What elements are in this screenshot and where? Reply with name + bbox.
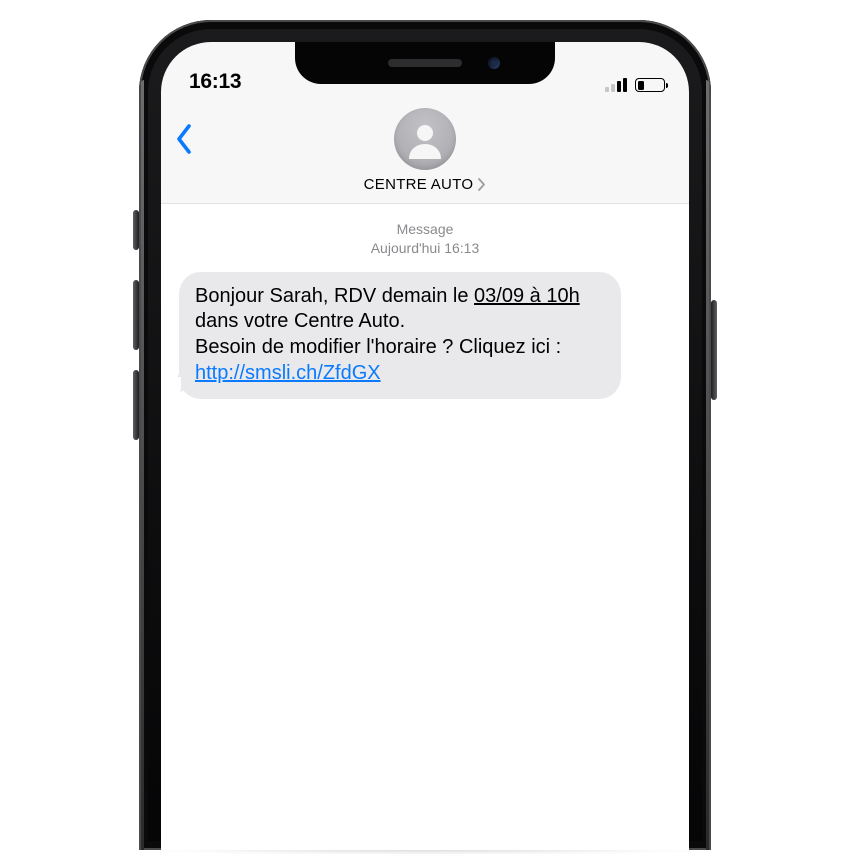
phone-mockup: 16:13: [139, 20, 711, 850]
detected-date-link[interactable]: 03/09 à 10h: [474, 285, 580, 307]
status-time: 16:13: [189, 70, 241, 94]
phone-frame: 16:13: [139, 20, 711, 850]
contact-avatar[interactable]: [394, 108, 456, 170]
thread-label: Message: [397, 221, 454, 237]
msg-part3: Besoin de modifier l'horaire ? Cliquez i…: [195, 336, 561, 358]
back-button[interactable]: [175, 124, 193, 154]
contact-name-button[interactable]: CENTRE AUTO: [364, 176, 487, 193]
screen: 16:13: [161, 42, 689, 850]
cellular-signal-icon: [605, 78, 627, 92]
speaker-grille: [388, 59, 462, 67]
chat-header: CENTRE AUTO: [161, 98, 689, 204]
message-link[interactable]: http://smsli.ch/ZfdGX: [195, 362, 381, 384]
msg-part1: Bonjour Sarah, RDV demain le: [195, 285, 474, 307]
contact-name-label: CENTRE AUTO: [364, 176, 474, 193]
front-camera: [488, 57, 500, 69]
person-icon: [405, 119, 445, 159]
incoming-message-bubble[interactable]: Bonjour Sarah, RDV demain le 03/09 à 10h…: [179, 272, 621, 399]
battery-icon: [635, 78, 665, 92]
status-indicators: [605, 78, 665, 94]
chevron-right-icon: [477, 178, 486, 191]
thread-timestamp: Message Aujourd'hui 16:13: [179, 220, 671, 258]
notch: [295, 42, 555, 84]
msg-part2: dans votre Centre Auto.: [195, 310, 405, 332]
message-thread[interactable]: Message Aujourd'hui 16:13 Bonjour Sarah,…: [161, 204, 689, 850]
thread-time: Aujourd'hui 16:13: [371, 240, 480, 256]
chevron-left-icon: [175, 124, 193, 154]
power-button: [711, 300, 717, 400]
